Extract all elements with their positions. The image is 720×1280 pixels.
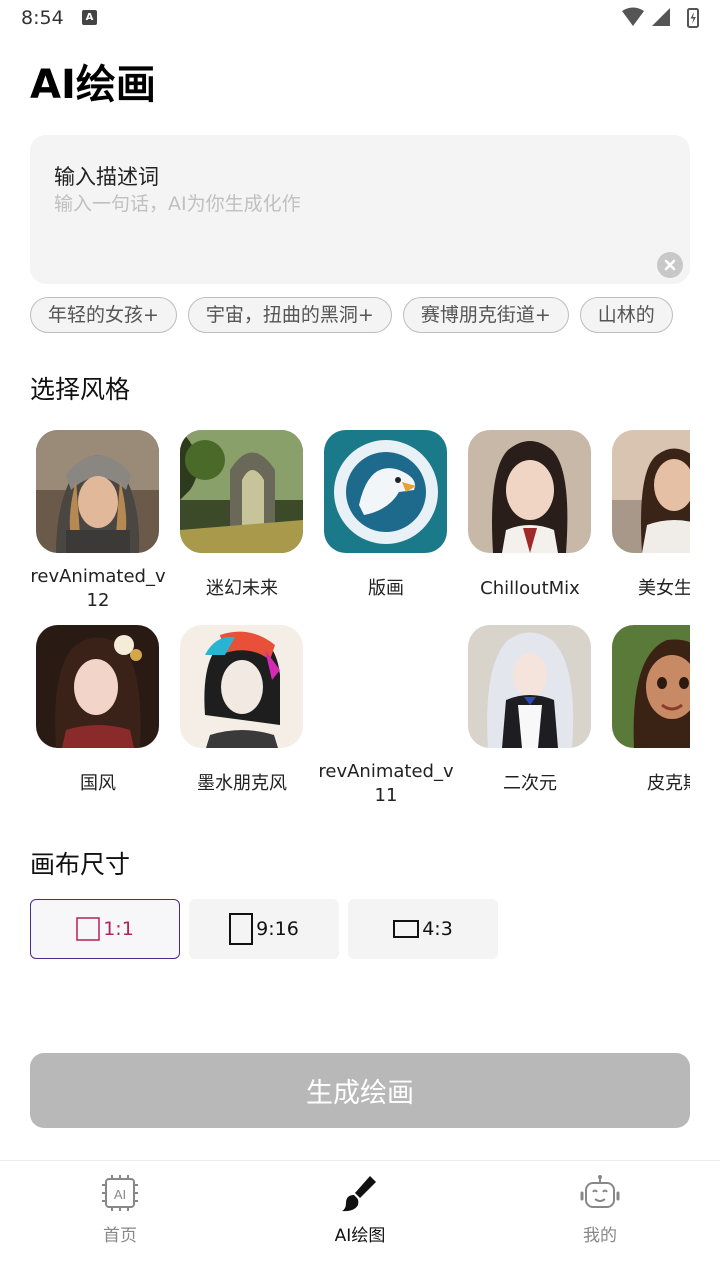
wifi-icon — [622, 7, 644, 26]
ratio-option-9-16[interactable]: 9:16 — [189, 899, 339, 959]
robot-face-icon — [580, 1175, 620, 1208]
bottom-nav: AI 首页 AI绘图 我的 — [0, 1160, 720, 1280]
style-name: 墨水朋克风 — [197, 773, 287, 794]
style-item[interactable]: 墨水朋克风 — [174, 620, 310, 810]
ratio-option-1-1[interactable]: 1:1 — [30, 899, 180, 959]
style-thumbnail — [324, 430, 447, 553]
style-grid: revAnimated_v 12 迷幻未来 版画 ChilloutMix 美女生… — [30, 425, 690, 820]
svg-text:AI: AI — [114, 1187, 126, 1202]
style-item[interactable]: 美女生成 — [606, 425, 690, 615]
style-name: 二次元 — [503, 773, 557, 794]
style-thumbnail — [324, 625, 447, 748]
style-thumbnail — [468, 430, 591, 553]
style-item[interactable]: ChilloutMix — [462, 425, 598, 615]
prompt-input[interactable] — [54, 193, 654, 215]
status-icons — [622, 7, 699, 28]
signal-icon — [652, 8, 670, 26]
suggestion-chip[interactable]: 山林的 — [579, 297, 673, 333]
paintbrush-icon — [342, 1176, 376, 1212]
style-item[interactable]: revAnimated_v 12 — [30, 425, 166, 615]
portrait-ratio-icon — [229, 913, 254, 945]
style-item[interactable]: 皮克斯 — [606, 620, 690, 810]
style-item[interactable]: 二次元 — [462, 620, 598, 810]
notification-icon: A — [82, 10, 97, 25]
style-thumbnail — [468, 625, 591, 748]
ratio-label: 9:16 — [256, 918, 299, 940]
ratio-option-4-3[interactable]: 4:3 — [348, 899, 498, 959]
clear-button[interactable] — [657, 252, 683, 278]
suggestion-chips: 年轻的女孩+ 宇宙，扭曲的黑洞+ 赛博朋克街道+ 山林的 — [30, 297, 690, 333]
ratio-label: 1:1 — [103, 918, 134, 940]
canvas-options: 1:1 9:16 4:3 — [30, 899, 690, 959]
style-thumbnail — [180, 625, 303, 748]
style-name: 皮克斯 — [647, 773, 690, 794]
suggestion-chip[interactable]: 宇宙，扭曲的黑洞+ — [187, 297, 392, 333]
ai-chip-icon: AI — [102, 1175, 138, 1211]
style-name: revAnimated_v 11 — [318, 761, 454, 806]
ratio-label: 4:3 — [422, 918, 453, 940]
nav-label: 首页 — [103, 1226, 137, 1246]
nav-label: AI绘图 — [334, 1226, 386, 1246]
canvas-section-title: 画布尺寸 — [30, 850, 131, 879]
square-ratio-icon — [76, 917, 100, 941]
style-item[interactable]: revAnimated_v 11 — [318, 620, 454, 810]
style-name: 版画 — [368, 578, 404, 599]
nav-label: 我的 — [583, 1226, 617, 1246]
landscape-ratio-icon — [393, 920, 420, 938]
suggestion-chip[interactable]: 赛博朋克街道+ — [402, 297, 569, 333]
style-thumbnail — [36, 430, 159, 553]
style-name: ChilloutMix — [480, 578, 580, 599]
style-section-title: 选择风格 — [30, 375, 131, 404]
status-time: 8:54 — [21, 7, 64, 29]
style-name: 国风 — [80, 773, 116, 794]
style-item[interactable]: 迷幻未来 — [174, 425, 310, 615]
style-thumbnail — [612, 625, 690, 748]
style-item[interactable]: 国风 — [30, 620, 166, 810]
nav-item-home[interactable]: AI 首页 — [50, 1173, 190, 1263]
suggestion-chip[interactable]: 年轻的女孩+ — [30, 297, 177, 333]
style-thumbnail — [612, 430, 690, 553]
nav-item-profile[interactable]: 我的 — [530, 1173, 670, 1263]
prompt-box: 输入描述词 — [30, 135, 690, 284]
nav-item-ai-draw[interactable]: AI绘图 — [290, 1173, 430, 1263]
style-name: 美女生成 — [638, 578, 690, 599]
style-name: revAnimated_v 12 — [30, 566, 166, 611]
style-item[interactable]: 版画 — [318, 425, 454, 615]
style-thumbnail — [180, 430, 303, 553]
page-title: AI绘画 — [30, 62, 156, 108]
close-icon — [664, 259, 676, 271]
style-name: 迷幻未来 — [206, 578, 278, 599]
generate-button[interactable]: 生成绘画 — [30, 1053, 690, 1128]
prompt-label: 输入描述词 — [54, 165, 159, 189]
status-bar: 8:54 A — [0, 0, 720, 36]
style-thumbnail — [36, 625, 159, 748]
